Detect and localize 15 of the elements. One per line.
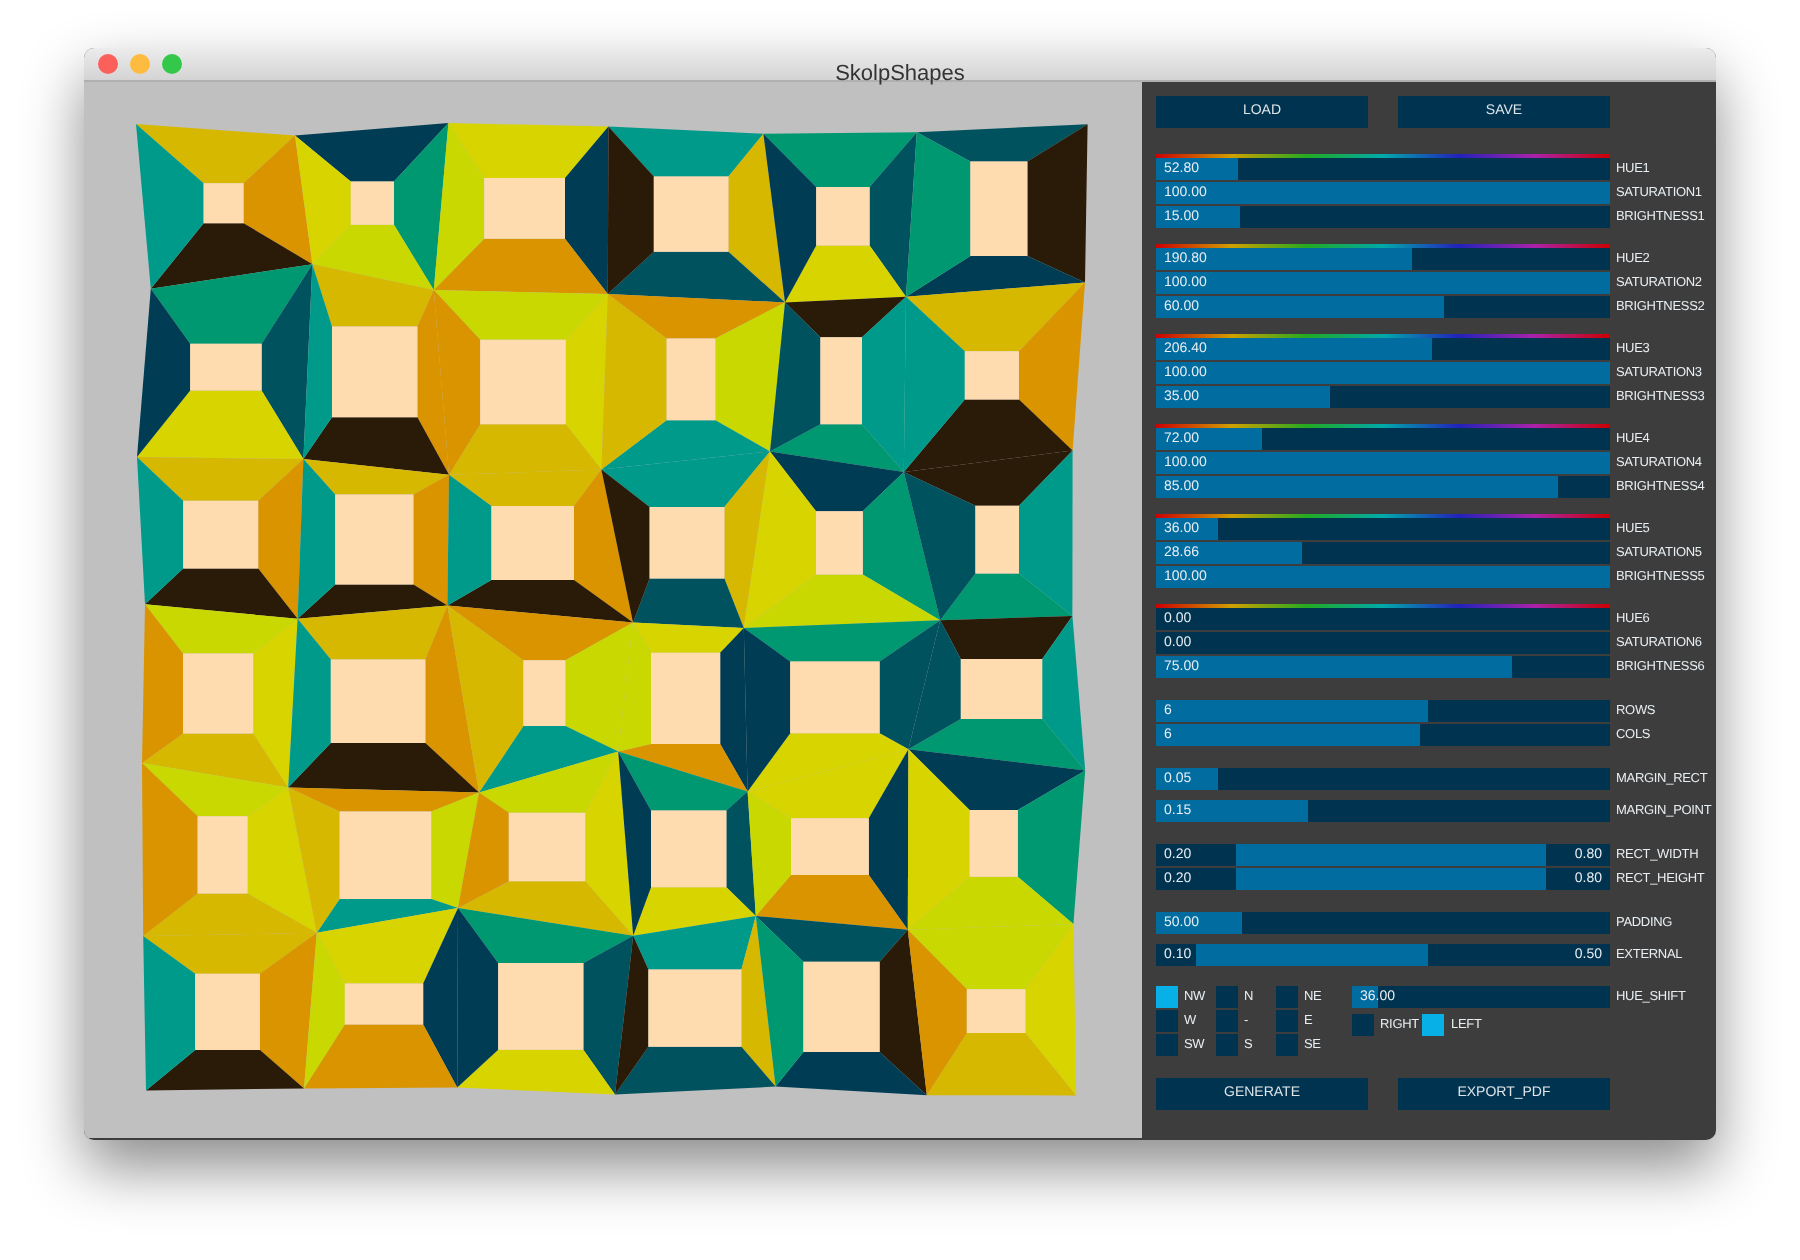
checkbox[interactable]: [1276, 986, 1298, 1008]
checkbox[interactable]: [1216, 1010, 1238, 1032]
checkbox[interactable]: [1352, 1014, 1374, 1036]
checkbox[interactable]: [1216, 1034, 1238, 1056]
checkbox[interactable]: [1276, 1010, 1298, 1032]
window-title: SkolpShapes: [835, 62, 965, 86]
minimize-button[interactable]: [130, 54, 150, 74]
checkbox[interactable]: [1216, 986, 1238, 1008]
checkbox[interactable]: [1156, 986, 1178, 1008]
checkbox[interactable]: [1156, 1034, 1178, 1056]
close-button[interactable]: [98, 54, 118, 74]
maximize-button[interactable]: [162, 54, 182, 74]
checkbox[interactable]: [1422, 1014, 1445, 1036]
checkbox[interactable]: [1276, 1034, 1298, 1056]
checkbox[interactable]: [1156, 1010, 1178, 1032]
